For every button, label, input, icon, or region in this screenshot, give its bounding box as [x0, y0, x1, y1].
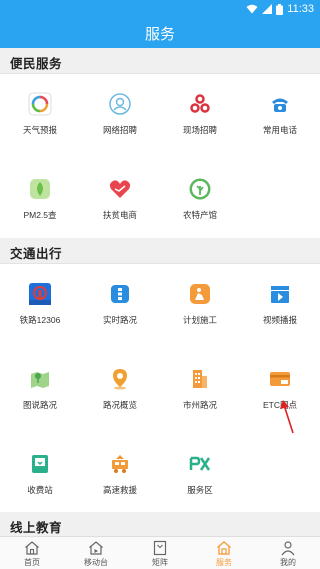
service-label: 图说路况	[22, 400, 57, 410]
page-title: 服务	[144, 26, 175, 43]
service-label: 农特产馆	[182, 210, 217, 220]
tab-mobile-station[interactable]: 移动台	[64, 537, 128, 569]
service-label: 铁路12306	[19, 315, 61, 325]
service-label: 视频播报	[262, 315, 297, 325]
service-video[interactable]: 视频播报	[240, 264, 320, 349]
tab-label: 矩阵	[152, 558, 168, 567]
app-screen: 11:33 服务 便民服务 天气预报 网络招聘 现场招聘 常用电话 PM2.5查…	[0, 0, 320, 569]
service-onsite-recruit[interactable]: 现场招聘	[160, 74, 240, 159]
service-area-icon	[189, 456, 211, 471]
service-phone[interactable]: 常用电话	[240, 74, 320, 159]
section-title: 交通出行	[10, 247, 63, 261]
video-icon	[271, 286, 289, 303]
service-toll-station[interactable]: 收费站	[0, 434, 80, 519]
service-weather[interactable]: 天气预报	[0, 74, 80, 159]
service-highway-rescue[interactable]: 高速救援	[80, 434, 160, 519]
service-realtime-traffic[interactable]: 实时路况	[80, 264, 160, 349]
service-label: 网络招聘	[102, 125, 137, 135]
profile-icon	[281, 541, 295, 556]
weather-icon	[28, 92, 52, 116]
service-map-traffic[interactable]: 图说路况	[0, 349, 80, 434]
signal-icon	[262, 4, 273, 14]
service-label: 天气预报	[22, 125, 57, 135]
tab-home[interactable]: 首页	[0, 537, 64, 569]
service-label: 收费站	[27, 485, 53, 495]
toll-station-icon	[32, 455, 48, 473]
home-icon	[25, 541, 39, 555]
section-header-convenience: 便民服务	[0, 48, 320, 74]
onsite-recruit-icon	[190, 94, 210, 113]
bottom-tab-bar: 首页 移动台 矩阵 服务 我的	[0, 536, 320, 569]
service-label: PM2.5查	[23, 210, 57, 220]
pm25-icon	[30, 179, 50, 199]
service-service-area[interactable]: 服务区	[160, 434, 240, 519]
section-title: 便民服务	[10, 57, 63, 71]
service-label: 常用电话	[262, 125, 297, 135]
service-label: 市州路况	[182, 400, 217, 410]
realtime-traffic-icon	[111, 285, 129, 303]
highway-rescue-icon	[112, 455, 128, 473]
tab-label: 移动台	[84, 558, 108, 567]
poverty-ecommerce-icon	[109, 180, 131, 198]
title-bar: 服务	[0, 18, 320, 48]
traffic-overview-icon	[113, 369, 127, 390]
service-farm-products[interactable]: 农特产馆	[160, 159, 240, 244]
service-label: 扶贫电商	[102, 210, 137, 220]
service-label: 路况概览	[102, 400, 137, 410]
service-label: 服务区	[187, 485, 213, 495]
battery-icon	[276, 3, 284, 15]
mobile-station-icon	[89, 541, 103, 555]
tab-matrix[interactable]: 矩阵	[128, 537, 192, 569]
section-header-transport: 交通出行	[0, 238, 320, 264]
online-recruit-icon	[109, 93, 131, 115]
tab-service[interactable]: 服务	[192, 537, 256, 569]
status-bar: 11:33	[0, 0, 320, 18]
tab-profile[interactable]: 我的	[256, 537, 320, 569]
tab-label: 我的	[280, 558, 296, 567]
service-icon	[217, 541, 231, 555]
status-time: 11:33	[287, 3, 314, 15]
section-title: 线上教育	[10, 521, 63, 535]
construction-icon	[190, 284, 210, 304]
farm-products-icon	[189, 178, 211, 200]
tab-label: 首页	[24, 558, 40, 567]
service-label: 现场招聘	[182, 125, 217, 135]
phone-icon	[272, 98, 288, 112]
service-railway[interactable]: 铁路12306	[0, 264, 80, 349]
wifi-icon	[246, 4, 258, 14]
city-traffic-icon	[193, 370, 207, 388]
convenience-services-grid: 天气预报 网络招聘 现场招聘 常用电话 PM2.5查 扶贫电商 农特产馆	[0, 74, 320, 244]
service-label: 实时路况	[102, 315, 137, 325]
service-traffic-overview[interactable]: 路况概览	[80, 349, 160, 434]
service-poverty-ecommerce[interactable]: 扶贫电商	[80, 159, 160, 244]
map-traffic-icon	[31, 372, 49, 388]
service-construction[interactable]: 计划施工	[160, 264, 240, 349]
service-pm25[interactable]: PM2.5查	[0, 159, 80, 244]
service-city-traffic[interactable]: 市州路况	[160, 349, 240, 434]
matrix-icon	[153, 540, 167, 556]
service-label: 高速救援	[102, 485, 137, 495]
railway-icon	[29, 283, 51, 305]
etc-icon	[270, 372, 290, 386]
service-label: 计划施工	[182, 315, 217, 325]
transport-services-grid: 铁路12306 实时路况 计划施工 视频播报 图说路况 路况概览 市州路况 ET…	[0, 264, 320, 519]
section-header-education: 线上教育	[0, 512, 320, 538]
annotation-arrow-icon	[280, 400, 294, 434]
tab-label: 服务	[216, 558, 232, 567]
service-online-recruit[interactable]: 网络招聘	[80, 74, 160, 159]
